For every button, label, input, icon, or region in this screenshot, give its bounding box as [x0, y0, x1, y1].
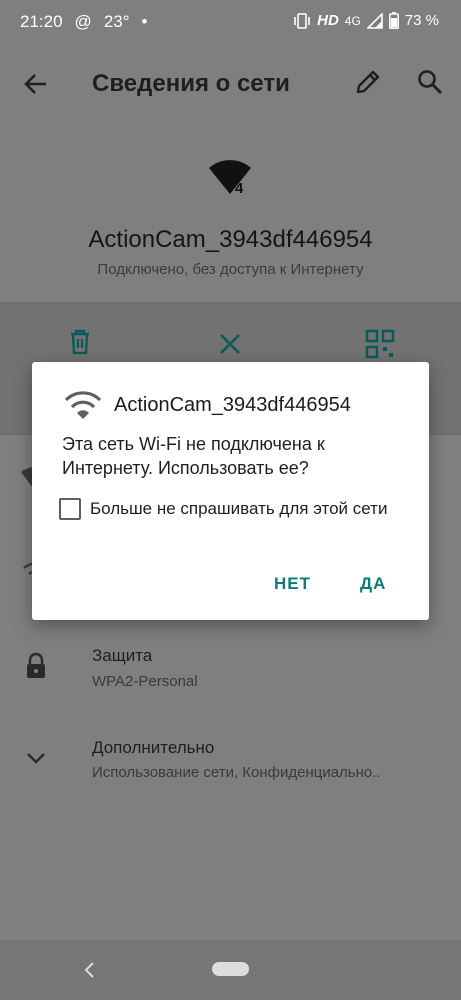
status-bar: 21:20 @ 23° • HD 4G 73 % — [0, 0, 461, 44]
app-bar: Сведения о сети — [0, 44, 461, 120]
qr-code-icon[interactable] — [364, 328, 396, 360]
status-time: 21:20 — [20, 12, 63, 31]
back-arrow-icon[interactable] — [18, 66, 54, 102]
dot-notification-icon: • — [141, 12, 148, 31]
disconnect-x-icon[interactable] — [214, 328, 246, 360]
wifi-icon — [64, 391, 102, 419]
network-status: Подключено, без доступа к Интернету — [97, 261, 364, 278]
dialog-title: ActionCam_3943df446954 — [114, 394, 351, 416]
network-name: ActionCam_3943df446954 — [88, 226, 373, 253]
no-internet-dialog: ActionCam_3943df446954 Эта сеть Wi-Fi не… — [32, 362, 429, 620]
battery-percent: 73 % — [404, 12, 439, 29]
dont-ask-checkbox[interactable] — [59, 498, 81, 520]
dialog-message: Эта сеть Wi-Fi не подключена к Интернету… — [62, 434, 325, 478]
delete-icon[interactable] — [64, 326, 96, 358]
nav-back-icon[interactable] — [80, 960, 100, 980]
hd-label: HD — [317, 12, 339, 29]
security-title: Защита — [92, 646, 153, 665]
chevron-down-icon[interactable] — [20, 742, 52, 774]
at-notification-icon: @ — [74, 12, 92, 31]
dont-ask-checkbox-label[interactable]: Больше не спрашивать для этой сети — [90, 499, 387, 519]
wifi-badge-text: 4 — [235, 180, 244, 196]
temperature-text: 23° — [103, 12, 130, 31]
wifi-no-internet-icon: 4 — [209, 160, 251, 196]
lock-icon — [27, 652, 45, 678]
search-icon[interactable] — [414, 66, 446, 98]
advanced-title[interactable]: Дополнительно — [92, 738, 214, 758]
page-title: Сведения о сети — [92, 70, 290, 97]
network-type: 4G — [344, 13, 361, 28]
nav-home-pill[interactable] — [212, 962, 249, 976]
vibrate-icon — [294, 12, 310, 29]
advanced-value: Использование сети, Конфиденциально.. — [92, 764, 381, 781]
security-value: WPA2-Personal — [92, 673, 198, 690]
battery-icon — [388, 12, 399, 29]
signal-icon — [366, 12, 383, 29]
no-button[interactable]: НЕТ — [274, 574, 311, 594]
status-bar-right: HD 4G 73 % — [293, 12, 439, 29]
status-bar-left: 21:20 @ 23° • — [20, 12, 147, 32]
navigation-bar — [0, 940, 461, 1000]
yes-button[interactable]: ДА — [360, 574, 386, 594]
edit-pencil-icon[interactable] — [352, 66, 384, 98]
